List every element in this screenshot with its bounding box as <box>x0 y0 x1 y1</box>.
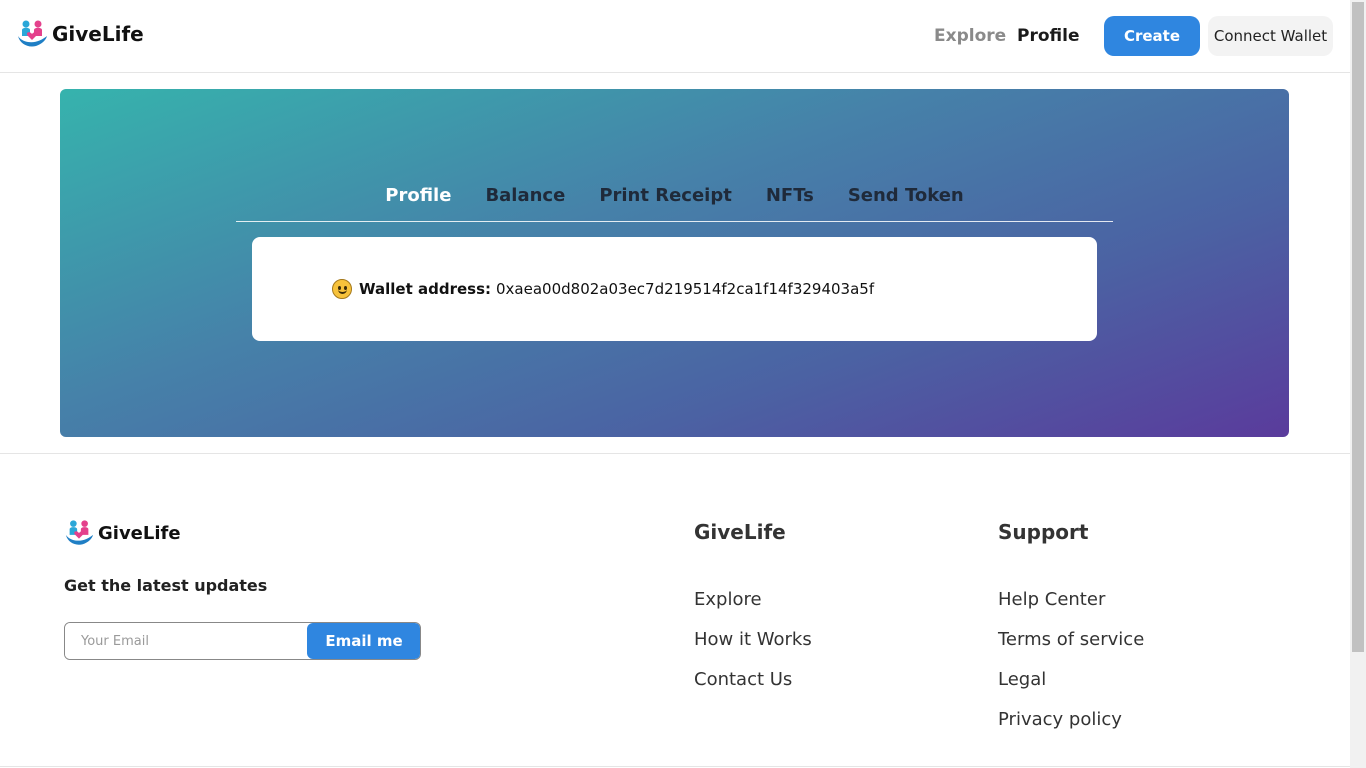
footer-link-terms[interactable]: Terms of service <box>998 629 1144 650</box>
connect-wallet-button[interactable]: Connect Wallet <box>1208 16 1333 56</box>
footer-link-explore[interactable]: Explore <box>694 589 762 610</box>
nav-explore-link[interactable]: Explore <box>934 26 1006 46</box>
footer-link-how-it-works[interactable]: How it Works <box>694 629 812 650</box>
wallet-address-label: Wallet address: <box>359 280 492 298</box>
footer-link-contact-us[interactable]: Contact Us <box>694 669 792 690</box>
footer-link-privacy[interactable]: Privacy policy <box>998 709 1122 730</box>
footer-link-help-center[interactable]: Help Center <box>998 589 1105 610</box>
footer-brand-name: GiveLife <box>98 522 181 544</box>
tab-nfts[interactable]: NFTs <box>766 184 814 221</box>
email-input[interactable] <box>65 623 307 659</box>
email-me-button[interactable]: Email me <box>307 623 420 659</box>
brand-logo[interactable]: GiveLife <box>16 18 144 50</box>
newsletter-form: Email me <box>64 622 421 660</box>
brand-name: GiveLife <box>52 22 144 46</box>
create-button[interactable]: Create <box>1104 16 1200 56</box>
wallet-address-row: Wallet address: 0xaea00d802a03ec7d219514… <box>332 279 874 299</box>
profile-hero: Profile Balance Print Receipt NFTs Send … <box>60 89 1289 437</box>
scrollbar-thumb[interactable] <box>1352 2 1364 652</box>
bottom-divider <box>0 766 1350 767</box>
profile-tabs: Profile Balance Print Receipt NFTs Send … <box>236 184 1113 222</box>
nav-profile-link[interactable]: Profile <box>1017 26 1079 46</box>
newsletter-title: Get the latest updates <box>64 576 268 595</box>
tab-print-receipt[interactable]: Print Receipt <box>599 184 732 221</box>
tab-profile[interactable]: Profile <box>385 184 451 221</box>
givelife-logo-icon <box>65 520 94 545</box>
footer-col-givelife-title: GiveLife <box>694 520 786 544</box>
wallet-card: Wallet address: 0xaea00d802a03ec7d219514… <box>252 237 1097 341</box>
footer-divider <box>0 453 1350 454</box>
footer-link-legal[interactable]: Legal <box>998 669 1046 690</box>
tab-send-token[interactable]: Send Token <box>848 184 964 221</box>
givelife-logo-icon <box>18 20 47 47</box>
footer-brand-logo[interactable]: GiveLife <box>64 518 181 548</box>
tab-balance[interactable]: Balance <box>485 184 565 221</box>
footer-col-support-title: Support <box>998 520 1089 544</box>
page-scrollbar[interactable] <box>1350 0 1366 768</box>
top-navbar: GiveLife Explore Profile Create Connect … <box>0 0 1350 73</box>
wallet-address-value: 0xaea00d802a03ec7d219514f2ca1f14f329403a… <box>496 280 875 298</box>
smiley-icon <box>332 279 352 299</box>
